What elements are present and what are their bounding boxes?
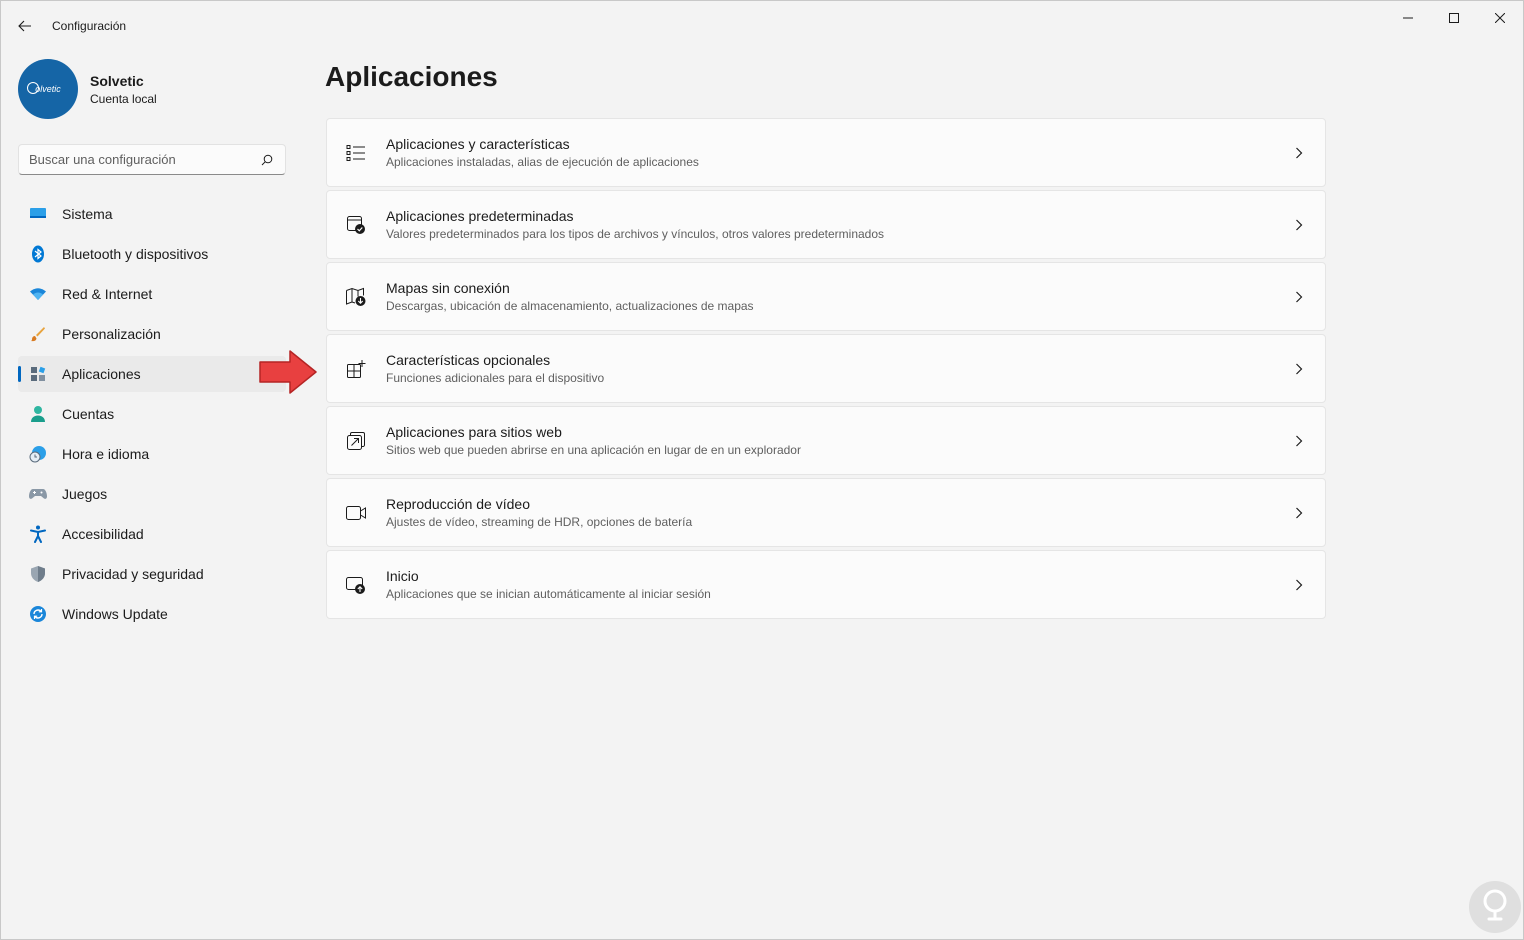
window-controls [1385,1,1523,35]
chevron-right-icon [1291,505,1307,521]
card-title: Aplicaciones y características [386,136,570,152]
chevron-right-icon [1291,361,1307,377]
chevron-right-icon [1291,577,1307,593]
sidebar-item-label: Privacidad y seguridad [62,566,204,582]
person-icon [28,404,48,424]
card-description: Ajustes de vídeo, streaming de HDR, opci… [386,515,693,529]
card-title: Mapas sin conexión [386,280,510,296]
default-apps-icon [345,214,367,236]
card-reproduccion-video[interactable]: Reproducción de vídeo Ajustes de vídeo, … [326,478,1326,547]
sidebar-item-label: Cuentas [62,406,115,422]
avatar-text: olvetic [35,84,61,94]
card-caracteristicas-opcionales[interactable]: Características opcionales Funciones adi… [326,334,1326,403]
map-download-icon [345,286,367,308]
profile-name: Solvetic [90,72,144,89]
sidebar-nav: Sistema Bluetooth y dispositivos Red & I… [18,196,286,636]
sidebar-item-label: Juegos [62,486,108,502]
card-aplicaciones-sitios-web[interactable]: Aplicaciones para sitios web Sitios web … [326,406,1326,475]
card-aplicaciones-caracteristicas[interactable]: Aplicaciones y características Aplicacio… [326,118,1326,187]
settings-window: Configuración olvetic Solvetic Cuenta lo… [0,0,1524,940]
clock-globe-icon [28,444,48,464]
chevron-right-icon [1291,433,1307,449]
apps-icon [28,364,48,384]
search-input[interactable] [29,152,259,167]
sidebar-item-label: Windows Update [62,606,168,622]
card-aplicaciones-predeterminadas[interactable]: Aplicaciones predeterminadas Valores pre… [326,190,1326,259]
card-description: Descargas, ubicación de almacenamiento, … [386,299,754,313]
sidebar-item-red[interactable]: Red & Internet [18,276,286,312]
sidebar-item-label: Personalización [62,326,161,342]
avatar: olvetic [18,59,78,119]
minimize-button[interactable] [1385,1,1431,35]
update-icon [28,604,48,624]
card-inicio[interactable]: Inicio Aplicaciones que se inician autom… [326,550,1326,619]
sidebar-item-hora[interactable]: Hora e idioma [18,436,286,472]
sidebar-item-label: Accesibilidad [62,526,144,542]
card-description: Aplicaciones que se inician automáticame… [386,587,711,601]
sidebar-item-bluetooth[interactable]: Bluetooth y dispositivos [18,236,286,272]
app-title: Configuración [52,19,127,33]
sidebar-item-label: Red & Internet [62,286,153,302]
open-in-app-icon [345,430,367,452]
video-icon [345,502,367,524]
chevron-right-icon [1291,289,1307,305]
sidebar-item-label: Aplicaciones [62,366,141,382]
sidebar-item-privacidad[interactable]: Privacidad y seguridad [18,556,286,592]
sidebar-item-personalizacion[interactable]: Personalización [18,316,286,352]
sidebar-item-label: Sistema [62,206,113,222]
maximize-button[interactable] [1431,1,1477,35]
brush-icon [28,324,48,344]
annotation-arrow-icon [259,350,317,394]
card-mapas-sin-conexion[interactable]: Mapas sin conexión Descargas, ubicación … [326,262,1326,331]
card-description: Valores predeterminados para los tipos d… [386,227,885,241]
card-description: Funciones adicionales para el dispositiv… [386,371,605,385]
card-title: Aplicaciones predeterminadas [386,208,574,224]
sidebar-item-label: Hora e idioma [62,446,150,462]
bluetooth-icon [28,244,48,264]
search-box[interactable] [18,144,286,175]
close-button[interactable] [1477,1,1523,35]
card-description: Sitios web que pueden abrirse en una apl… [386,443,801,457]
search-icon[interactable] [259,152,275,168]
accessibility-icon [28,524,48,544]
close-icon [1495,13,1505,23]
grid-add-icon [345,358,367,380]
sidebar-item-sistema[interactable]: Sistema [18,196,286,232]
back-arrow-icon [18,20,31,32]
card-title: Inicio [386,568,419,584]
profile-account-type: Cuenta local [90,91,157,106]
monitor-icon [28,204,48,224]
watermark-logo-icon [1469,881,1521,933]
back-button[interactable] [11,13,39,39]
sidebar-item-aplicaciones[interactable]: Aplicaciones [18,356,286,392]
sidebar-item-windows-update[interactable]: Windows Update [18,596,286,632]
title-bar: Configuración [1,1,1523,49]
card-title: Aplicaciones para sitios web [386,424,562,440]
chevron-right-icon [1291,145,1307,161]
page-title: Aplicaciones [325,61,498,92]
sidebar-item-accesibilidad[interactable]: Accesibilidad [18,516,286,552]
sidebar-item-juegos[interactable]: Juegos [18,476,286,512]
sidebar-item-label: Bluetooth y dispositivos [62,246,209,262]
settings-card-list: Aplicaciones y características Aplicacio… [326,118,1326,622]
minimize-icon [1403,17,1413,19]
card-title: Reproducción de vídeo [386,496,530,512]
card-title: Características opcionales [386,352,551,368]
list-icon [345,142,367,164]
card-description: Aplicaciones instaladas, alias de ejecuc… [386,155,699,169]
startup-icon [345,574,367,596]
user-profile[interactable]: olvetic Solvetic Cuenta local [18,59,157,119]
shield-icon [28,564,48,584]
gamepad-icon [28,484,48,504]
sidebar-item-cuentas[interactable]: Cuentas [18,396,286,432]
maximize-icon [1449,13,1459,23]
avatar-logo-ring [27,82,39,94]
wifi-icon [28,284,48,304]
chevron-right-icon [1291,217,1307,233]
